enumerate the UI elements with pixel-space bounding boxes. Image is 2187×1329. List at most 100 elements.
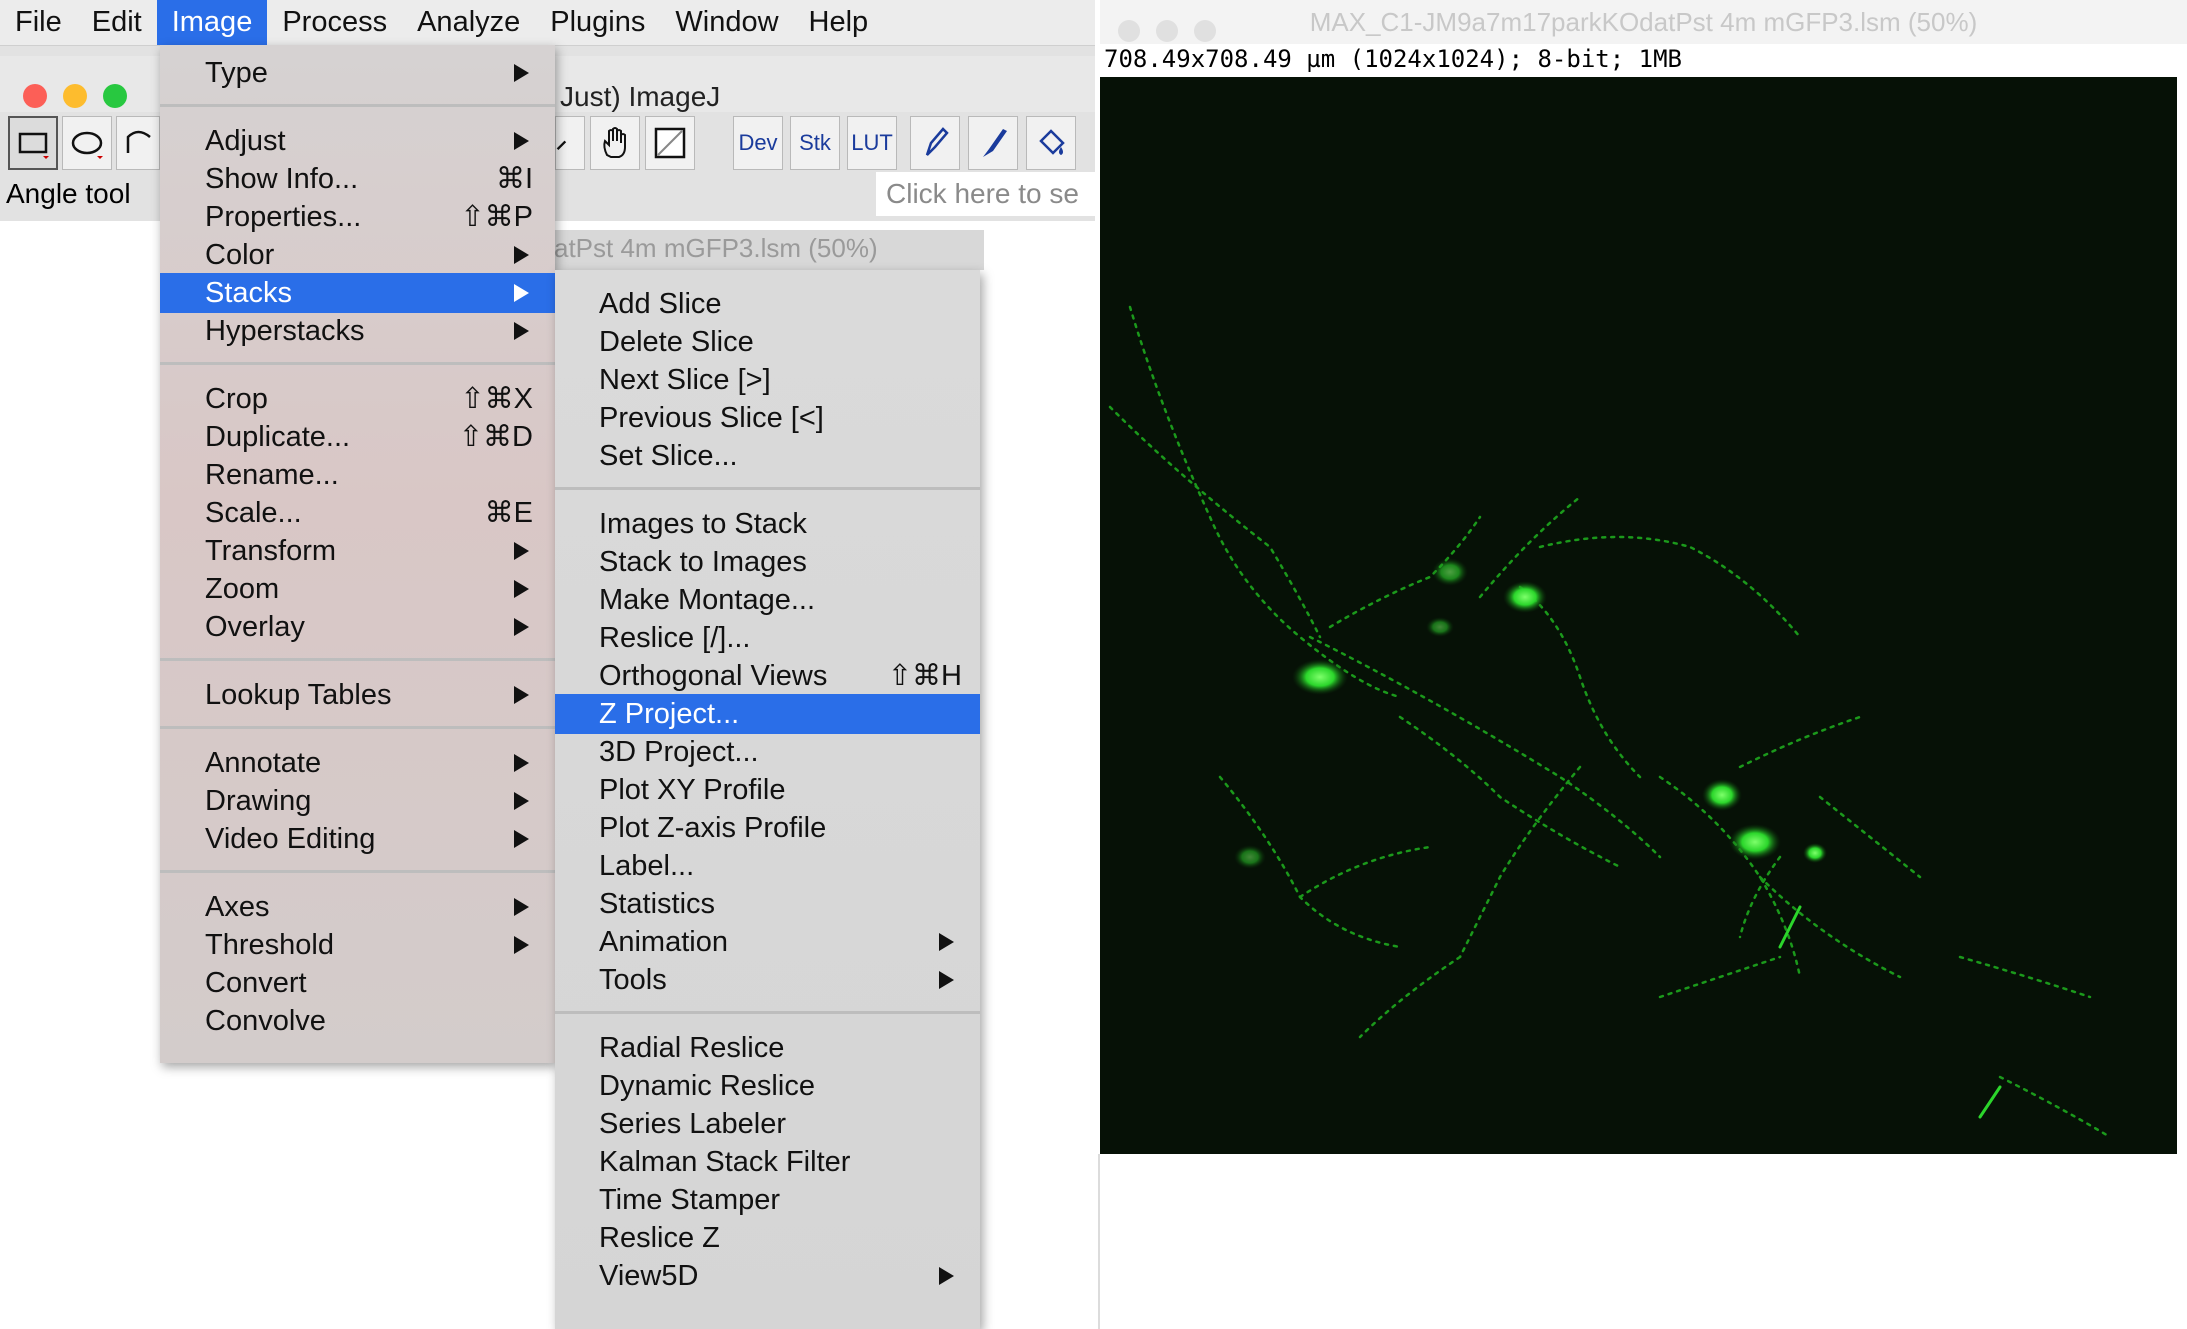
menu-help[interactable]: Help [794,0,884,45]
menu-item-label: View5D [599,1260,699,1292]
submenu-arrow-icon [514,322,529,340]
dev-tool-label: Dev [738,130,778,155]
menu-item-images-to-stack[interactable]: Images to Stack [555,504,980,544]
menu-item-label: Show Info... [205,163,359,195]
menu-item-label: Zoom [205,573,280,605]
menu-item-reslice[interactable]: Reslice [/]... [555,618,980,658]
menu-item-hyperstacks[interactable]: Hyperstacks [160,311,555,351]
menu-item-adjust[interactable]: Adjust [160,121,555,161]
menu-item-color[interactable]: Color [160,235,555,275]
image-canvas[interactable] [1100,77,2177,1154]
background-image-window-title: atPst 4m mGFP3.lsm (50%) [550,230,984,270]
submenu-arrow-icon [514,580,529,598]
menu-item-stacks[interactable]: Stacks [160,273,555,313]
magnifier-tool-icon[interactable] [555,116,585,170]
menu-item-axes[interactable]: Axes [160,887,555,927]
pencil-tool-icon[interactable] [910,116,960,170]
zoom-window-button[interactable] [1194,20,1216,42]
menu-item-statistics[interactable]: Statistics [555,884,980,924]
menu-file[interactable]: File [0,0,77,45]
stk-menu-tool[interactable]: Stk [790,116,840,170]
menu-item-label: Delete Slice [599,326,754,358]
menu-item-transform[interactable]: Transform [160,531,555,571]
menu-item-duplicate[interactable]: Duplicate... ⇧⌘D [160,417,555,457]
menu-item-orthogonal-views[interactable]: Orthogonal Views ⇧⌘H [555,656,980,696]
menu-item-convolve[interactable]: Convolve [160,1001,555,1041]
menu-item-rename[interactable]: Rename... [160,455,555,495]
minimize-window-button[interactable] [63,84,87,108]
menu-item-next-slice[interactable]: Next Slice [>] [555,360,980,400]
menu-item-shortcut: ⇧⌘X [460,383,533,415]
menu-window[interactable]: Window [660,0,793,45]
menu-item-crop[interactable]: Crop ⇧⌘X [160,379,555,419]
menu-item-set-slice[interactable]: Set Slice... [555,436,980,476]
menu-item-annotate[interactable]: Annotate [160,743,555,783]
close-window-button[interactable] [23,84,47,108]
menu-item-reslice-z[interactable]: Reslice Z [555,1218,980,1258]
menu-item-label: Previous Slice [<] [599,402,824,434]
menu-item-label: 3D Project... [599,736,759,768]
menu-item-scale[interactable]: Scale... ⌘E [160,493,555,533]
close-window-button[interactable] [1118,20,1140,42]
menu-item-make-montage[interactable]: Make Montage... [555,580,980,620]
menu-item-shortcut: ⇧⌘D [458,421,533,453]
menu-item-threshold[interactable]: Threshold [160,925,555,965]
color-picker-tool-icon[interactable] [645,116,695,170]
menu-analyze[interactable]: Analyze [402,0,535,45]
menu-item-label: Rename... [205,459,339,491]
menu-plugins[interactable]: Plugins [535,0,660,45]
menu-item-label[interactable]: Label... [555,846,980,886]
menu-item-3d-project[interactable]: 3D Project... [555,732,980,772]
menu-item-previous-slice[interactable]: Previous Slice [<] [555,398,980,438]
menu-item-convert[interactable]: Convert [160,963,555,1003]
brush-tool-icon[interactable] [968,116,1018,170]
menu-item-tools[interactable]: Tools [555,960,980,1000]
menu-item-label: Make Montage... [599,584,815,616]
menu-item-shortcut: ⇧⌘H [887,660,962,692]
menu-item-properties[interactable]: Properties... ⇧⌘P [160,197,555,237]
menu-item-z-project[interactable]: Z Project... [555,694,980,734]
menu-item-stack-to-images[interactable]: Stack to Images [555,542,980,582]
menu-item-plot-xy-profile[interactable]: Plot XY Profile [555,770,980,810]
menu-item-add-slice[interactable]: Add Slice [555,284,980,324]
minimize-window-button[interactable] [1156,20,1178,42]
menu-item-view5d[interactable]: View5D [555,1256,980,1296]
menu-image[interactable]: Image [156,0,268,45]
oval-tool-icon[interactable] [62,116,112,170]
menu-process[interactable]: Process [267,0,402,45]
menu-item-show-info[interactable]: Show Info... ⌘I [160,159,555,199]
submenu-arrow-icon [939,933,954,951]
menu-item-drawing[interactable]: Drawing [160,781,555,821]
rectangle-tool-icon[interactable] [8,116,58,170]
menu-item-overlay[interactable]: Overlay [160,607,555,647]
zoom-window-button[interactable] [103,84,127,108]
menu-item-series-labeler[interactable]: Series Labeler [555,1104,980,1144]
menu-item-zoom[interactable]: Zoom [160,569,555,609]
menu-item-label: Transform [205,535,337,567]
command-search-field[interactable]: Click here to se [876,172,1105,216]
menu-item-type[interactable]: Type [160,53,555,93]
image-info-line: 708.49x708.49 µm (1024x1024); 8-bit; 1MB [1104,45,1682,73]
polygon-tool-icon[interactable] [116,116,160,170]
menu-item-radial-reslice[interactable]: Radial Reslice [555,1028,980,1068]
dev-menu-tool[interactable]: Dev [733,116,783,170]
menu-item-delete-slice[interactable]: Delete Slice [555,322,980,362]
menu-item-lookup-tables[interactable]: Lookup Tables [160,675,555,715]
menu-item-label: Video Editing [205,823,376,855]
menu-item-animation[interactable]: Animation [555,922,980,962]
menu-item-time-stamper[interactable]: Time Stamper [555,1180,980,1220]
menu-item-kalman-stack-filter[interactable]: Kalman Stack Filter [555,1142,980,1182]
menu-item-label: Z Project... [599,698,740,730]
lut-menu-tool[interactable]: LUT [847,116,897,170]
menu-item-video-editing[interactable]: Video Editing [160,819,555,859]
menu-item-label: Dynamic Reslice [599,1070,815,1102]
menu-item-label: Statistics [599,888,716,920]
menu-edit[interactable]: Edit [77,0,157,45]
menu-item-label: Next Slice [>] [599,364,771,396]
menu-item-label: Time Stamper [599,1184,781,1216]
hand-tool-icon[interactable] [590,116,640,170]
menu-item-dynamic-reslice[interactable]: Dynamic Reslice [555,1066,980,1106]
menu-item-plot-z-axis-profile[interactable]: Plot Z-axis Profile [555,808,980,848]
flood-fill-tool-icon[interactable] [1026,116,1076,170]
menu-separator [555,1011,980,1018]
